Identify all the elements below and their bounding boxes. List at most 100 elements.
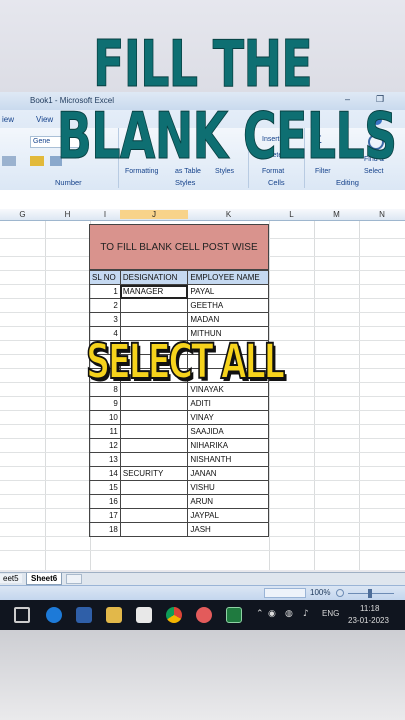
task-view-icon[interactable] [14,607,30,623]
table-cell[interactable] [119,396,189,411]
table-row: 2 GEETHA [89,298,269,313]
table-row: 15 VISHU [89,480,269,495]
edge-icon[interactable] [46,607,62,623]
table-cell[interactable] [119,508,189,523]
table-header-cell[interactable]: DESIGNATION [119,270,189,285]
table-cell[interactable]: VISHU [187,480,269,495]
sheet-tab-active[interactable]: Sheet6 [26,573,63,585]
network-icon[interactable]: ◉ [268,609,276,619]
table-cell[interactable] [119,494,189,509]
windows-taskbar: ⌃ ◉ ◍ ♪ ENG 11:18 23-01-2023 [0,600,405,630]
table-cell[interactable]: NIHARIKA [187,438,269,453]
group-label-cells: Cells [268,178,285,187]
chrome-icon[interactable] [166,607,182,623]
table-cell[interactable]: 16 [89,494,121,509]
table-cell[interactable]: 17 [89,508,121,523]
table-cell[interactable] [119,312,189,327]
column-header-row: G H I J K L M N [0,209,405,221]
table-cell[interactable] [119,522,189,537]
language-indicator[interactable]: ENG [322,609,339,618]
table-cell[interactable]: 15 [89,480,121,495]
number-format-value: Gene [33,138,51,145]
video-bottom-band [0,630,405,720]
table-header-row: SL NO DESIGNATION EMPLOYEE NAME [89,270,269,285]
headline-line-1: FILL THE [92,28,314,103]
table-cell[interactable]: SAAJIDA [187,424,269,439]
table-cell[interactable] [119,452,189,467]
tab-view[interactable]: View [36,115,53,124]
table-header-cell[interactable]: EMPLOYEE NAME [187,270,269,285]
column-header-selected[interactable]: J [120,210,188,219]
table-row: 3 MADAN [89,312,269,327]
excel-icon[interactable] [226,607,242,623]
table-cell[interactable]: GEETHA [187,298,269,313]
table-row: 10 VINAY [89,410,269,425]
zoom-level[interactable]: 100% [310,588,330,597]
table-header-cell[interactable]: SL NO [89,270,121,285]
table-cell[interactable]: 18 [89,522,121,537]
column-header[interactable]: M [314,210,359,219]
employee-table: SL NO DESIGNATION EMPLOYEE NAME 1 MANAGER PAY… [89,270,269,537]
table-cell[interactable]: 2 [89,298,121,313]
insert-sheet-icon[interactable] [66,574,82,584]
group-label-styles: Styles [175,178,196,187]
clock-time[interactable]: 11:18 [360,604,379,613]
app-icon[interactable] [196,607,212,623]
table-cell[interactable]: JAYPAL [187,508,269,523]
table-cell[interactable]: 11 [89,424,121,439]
table-cell[interactable]: 9 [89,396,121,411]
column-header[interactable]: K [188,210,269,219]
column-header[interactable]: N [359,210,405,219]
chevron-up-icon[interactable]: ⌃ [256,609,264,619]
zoom-slider-thumb[interactable] [368,589,372,598]
table-cell[interactable] [119,438,189,453]
currency-icon[interactable] [30,156,44,166]
sheet-tab[interactable]: eet5 [0,574,22,583]
table-cell[interactable]: 3 [89,312,121,327]
table-row: 12 NIHARIKA [89,438,269,453]
table-cell[interactable]: JASH [187,522,269,537]
table-cell[interactable]: NISHANTH [187,452,269,467]
zoom-out-icon[interactable] [336,589,344,597]
view-buttons[interactable] [264,588,306,598]
table-title-cell[interactable]: TO FILL BLANK CELL POST WISE [89,224,269,270]
volume-icon[interactable]: ♪ [303,609,309,619]
table-cell[interactable]: 13 [89,452,121,467]
table-cell[interactable]: 14 [89,466,121,481]
table-cell[interactable] [119,298,189,313]
mail-icon[interactable] [136,607,152,623]
store-icon[interactable] [76,607,92,623]
table-cell[interactable] [119,480,189,495]
clock-date[interactable]: 23-01-2023 [348,616,389,625]
tab-review[interactable]: iew [2,115,14,124]
table-cell[interactable]: MADAN [187,312,269,327]
table-cell[interactable]: JANAN [187,466,269,481]
sheet-tabs-bar: eet5 Sheet6 [0,572,405,585]
table-cell[interactable]: 10 [89,410,121,425]
column-header[interactable]: H [45,210,90,219]
headline-line-2: BLANK CELLS [56,100,397,175]
table-cell[interactable]: 12 [89,438,121,453]
group-label-number: Number [55,178,82,187]
table-cell[interactable]: ADITI [187,396,269,411]
indent-icon[interactable] [2,156,16,166]
table-row: 1 MANAGER PAYAL [89,284,269,299]
table-row: 14 SECURITY JANAN [89,466,269,481]
table-cell[interactable]: MANAGER [119,284,189,299]
table-cell[interactable]: ARUN [187,494,269,509]
column-header[interactable]: I [90,210,120,219]
table-cell[interactable]: PAYAL [187,284,269,299]
column-header[interactable]: L [269,210,314,219]
gridline [0,550,405,551]
globe-icon[interactable]: ◍ [285,609,293,619]
table-cell[interactable] [119,424,189,439]
file-explorer-icon[interactable] [106,607,122,623]
group-label-editing: Editing [336,178,359,187]
table-cell[interactable]: 1 [89,284,121,299]
table-cell[interactable] [119,410,189,425]
table-row: 18 JASH [89,522,269,537]
table-cell[interactable]: VINAY [187,410,269,425]
table-row: 13 NISHANTH [89,452,269,467]
column-header[interactable]: G [0,210,45,219]
table-cell[interactable]: SECURITY [119,466,189,481]
